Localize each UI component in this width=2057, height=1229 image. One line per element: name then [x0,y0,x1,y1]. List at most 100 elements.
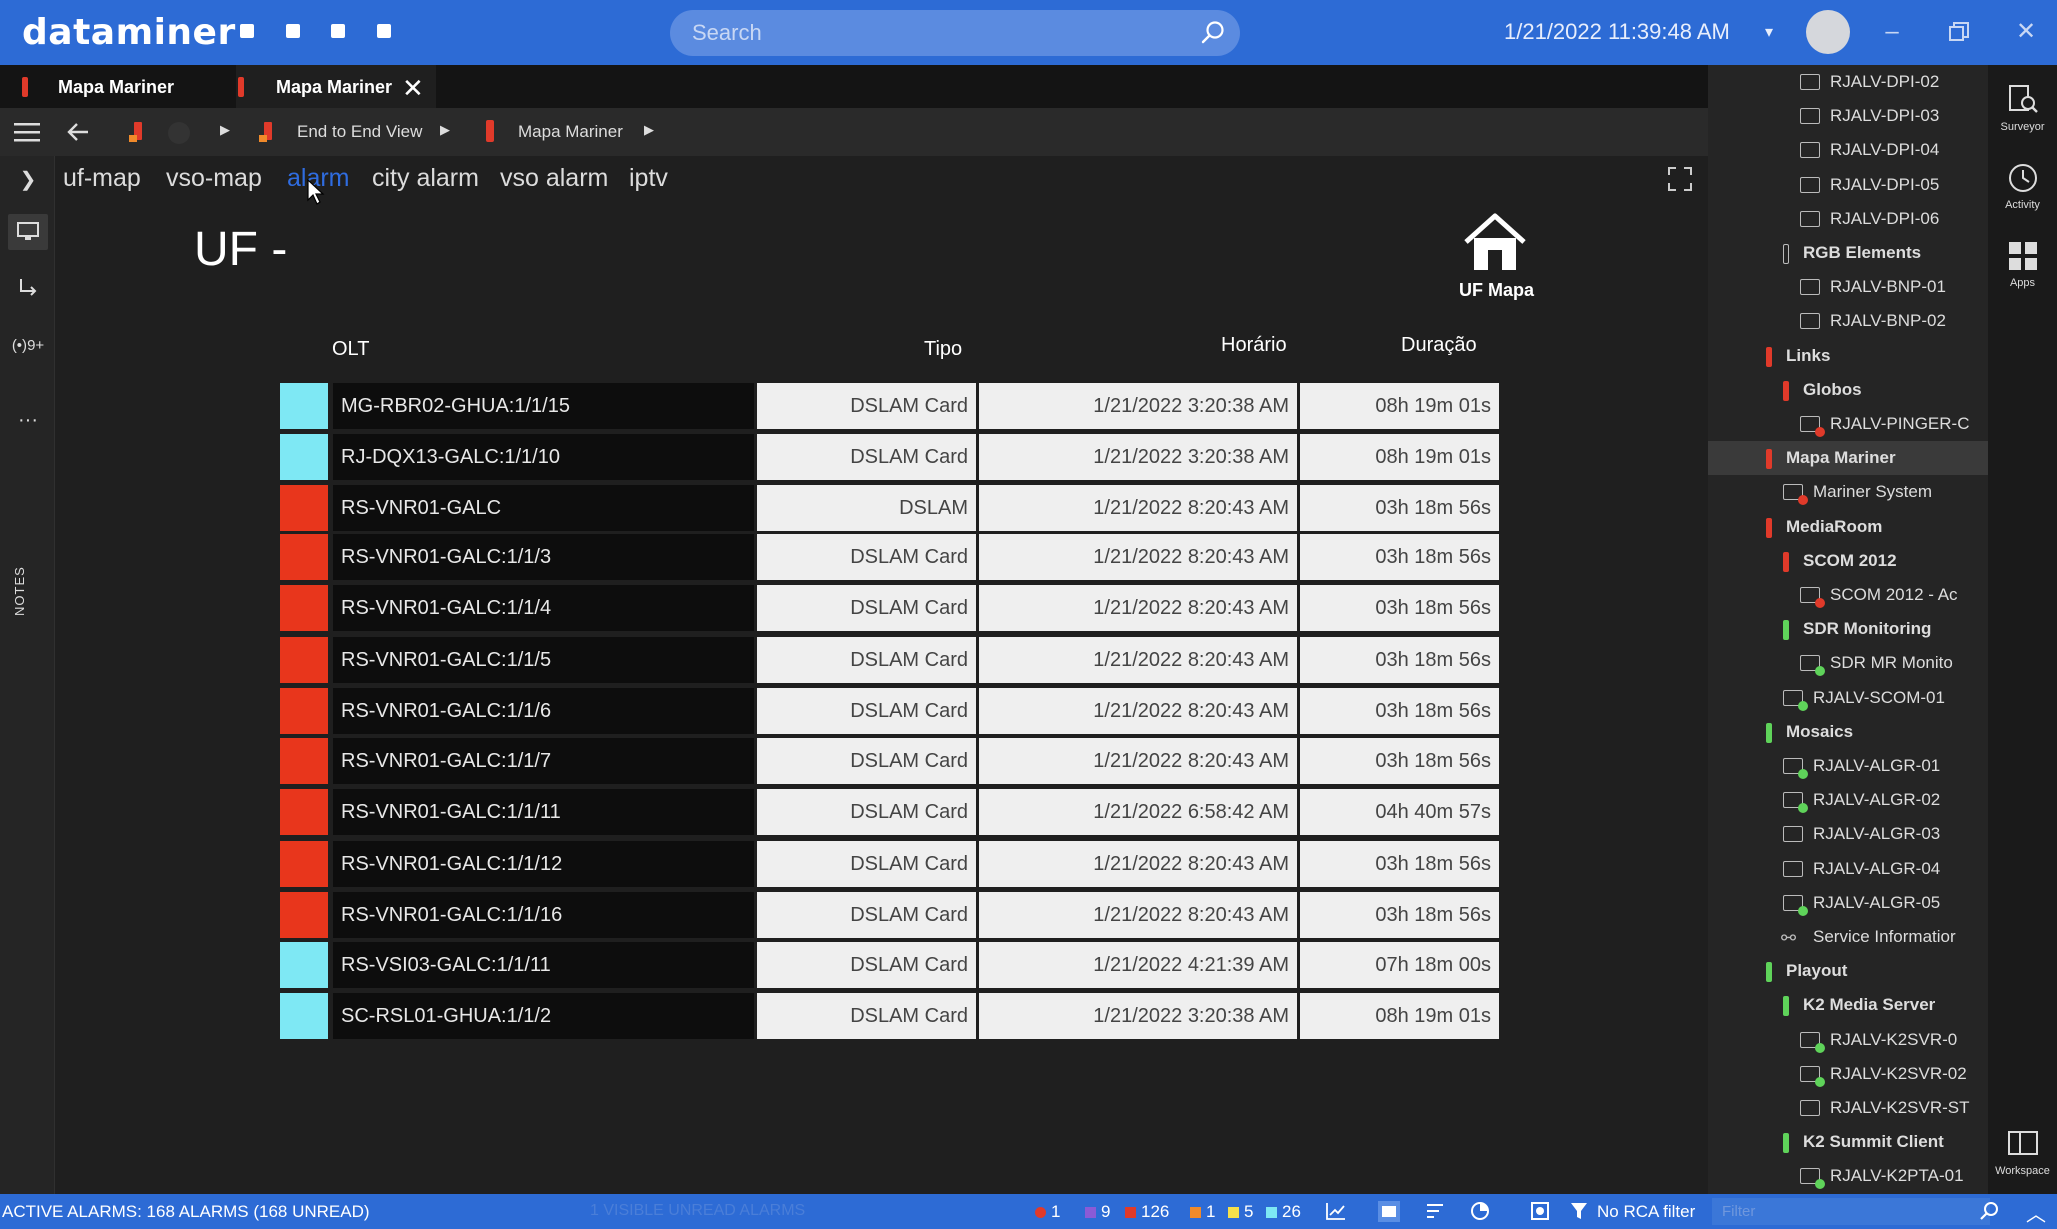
active-alarms-status[interactable]: ACTIVE ALARMS: 168 ALARMS (168 UNREAD) [2,1202,370,1222]
restore-icon[interactable] [1941,14,1977,50]
alarm-count-chip[interactable]: 5 [1228,1202,1253,1222]
tree-node[interactable]: K2 Media Server [1708,988,1988,1022]
surveyor-button[interactable]: Surveyor [1988,83,2057,133]
tree-node[interactable]: SDR Monitoring [1708,612,1988,646]
home-link-label[interactable]: UF Mapa [1459,280,1534,301]
alarm-count-chip[interactable]: 1 [1035,1202,1060,1222]
quick-action-icon[interactable] [377,24,391,38]
tree-node[interactable]: RJALV-ALGR-04 [1708,852,1988,886]
tree-node[interactable]: RJALV-DPI-06 [1708,202,1988,236]
tree-node[interactable]: RJALV-BNP-01 [1708,270,1988,304]
hamburger-menu-icon[interactable] [14,122,40,142]
tree-node[interactable]: Links [1708,339,1988,373]
tree-node[interactable]: MediaRoom [1708,510,1988,544]
table-row[interactable]: RS-VNR01-GALC:1/1/7 DSLAM Card 1/21/2022 8… [280,738,1580,784]
quick-action-icon[interactable] [331,24,345,38]
search-input[interactable] [692,19,1172,47]
table-row[interactable]: RS-VNR01-GALC:1/1/12 DSLAM Card 1/21/2022 … [280,841,1580,887]
tree-node[interactable]: SDR MR Monito [1708,646,1988,680]
table-row[interactable]: RS-VNR01-GALC DSLAM 1/21/2022 8:20:43 AM 03… [280,485,1580,531]
table-row[interactable]: SC-RSL01-GHUA:1/1/2 DSLAM Card 1/21/2022 3… [280,993,1580,1039]
alarm-view-icon[interactable] [128,120,144,144]
monitor-icon[interactable] [8,214,48,250]
nav-link-vso-map[interactable]: vso-map [166,164,262,193]
apps-button[interactable]: Apps [1988,239,2057,289]
tree-node[interactable]: RJALV-PINGER-C [1708,407,1988,441]
alarm-count-chip[interactable]: 9 [1085,1202,1110,1222]
caret-right-icon[interactable]: ▶ [220,122,230,138]
quick-action-icon[interactable] [286,24,300,38]
breadcrumb-item[interactable]: Mapa Mariner [518,122,623,142]
alarm-count-chip[interactable]: 26 [1266,1202,1301,1222]
chevron-up-icon[interactable]: ︿ [2026,1198,2046,1227]
tree-node[interactable]: RJALV-DPI-05 [1708,168,1988,202]
tree-node[interactable]: RJALV-K2PTA-01 [1708,1159,1988,1193]
nav-link-city-alarm[interactable]: city alarm [372,164,479,193]
caret-right-icon[interactable]: ▶ [644,122,654,138]
tree-node[interactable]: SCOM 2012 - Ac [1708,578,1988,612]
workspace-button[interactable]: Workspace [1988,1127,2057,1177]
table-row[interactable]: RJ-DQX13-GALC:1/1/10 DSLAM Card 1/21/2022 … [280,434,1580,480]
search-icon[interactable] [1200,20,1226,46]
close-tab-icon[interactable]: ✕ [402,75,424,101]
table-row[interactable]: RS-VNR01-GALC:1/1/16 DSLAM Card 1/21/2022 … [280,892,1580,938]
rca-filter-label[interactable]: No RCA filter [1597,1202,1695,1222]
fullscreen-icon[interactable] [1667,166,1693,192]
close-window-icon[interactable]: ✕ [2008,14,2044,50]
list-view-icon[interactable] [1378,1201,1400,1222]
table-row[interactable]: RS-VSI03-GALC:1/1/11 DSLAM Card 1/21/2022 … [280,942,1580,988]
breadcrumb-item[interactable]: End to End View [297,122,422,142]
search-box[interactable] [670,10,1240,56]
trend-chart-icon[interactable] [1326,1202,1346,1220]
minimize-icon[interactable]: – [1874,14,1910,50]
tree-node[interactable]: RJALV-ALGR-01 [1708,749,1988,783]
chevron-right-icon[interactable]: ❯ [8,162,48,198]
table-row[interactable]: MG-RBR02-GHUA:1/1/15 DSLAM Card 1/21/2022 … [280,383,1580,429]
search-icon[interactable] [1979,1201,1999,1221]
tree-node[interactable]: Globos [1708,373,1988,407]
quick-action-icon[interactable] [240,24,254,38]
sort-icon[interactable] [1425,1202,1445,1220]
tree-node[interactable]: Mosaics [1708,715,1988,749]
activity-button[interactable]: Activity [1988,161,2057,211]
tree-node[interactable]: RJALV-DPI-04 [1708,133,1988,167]
nav-link-vso-alarm[interactable]: vso alarm [500,164,608,193]
tree-node[interactable]: RJALV-K2SVR-ST [1708,1091,1988,1125]
filter-funnel-icon[interactable] [1570,1202,1588,1220]
table-row[interactable]: RS-VNR01-GALC:1/1/3 DSLAM Card 1/21/2022 8… [280,534,1580,580]
nav-link-iptv[interactable]: iptv [629,164,668,193]
tree-node[interactable]: RJALV-DPI-02 [1708,65,1988,99]
table-row[interactable]: RS-VNR01-GALC:1/1/11 DSLAM Card 1/21/2022 … [280,789,1580,835]
tree-node[interactable]: RJALV-DPI-03 [1708,99,1988,133]
back-arrow-icon[interactable] [66,120,90,144]
avatar[interactable] [1806,10,1850,54]
tree-node[interactable]: SCOM 2012 [1708,544,1988,578]
tree-node[interactable]: RJALV-ALGR-03 [1708,817,1988,851]
tree-node[interactable]: RGB Elements [1708,236,1988,270]
pie-chart-icon[interactable] [1470,1201,1490,1221]
focus-icon[interactable] [1530,1201,1550,1221]
tree-node[interactable]: RJALV-BNP-02 [1708,304,1988,338]
tree-node[interactable]: Mapa Mariner [1708,441,1988,476]
caret-right-icon[interactable]: ▶ [440,122,450,138]
table-row[interactable]: RS-VNR01-GALC:1/1/5 DSLAM Card 1/21/2022 8… [280,637,1580,683]
tree-node[interactable]: RJALV-K2SVR-02 [1708,1057,1988,1091]
table-row[interactable]: RS-VNR01-GALC:1/1/6 DSLAM Card 1/21/2022 8… [280,688,1580,734]
tree-node[interactable]: Mariner System [1708,475,1988,509]
tree-node[interactable]: K2 Summit Client [1708,1125,1988,1159]
home-icon[interactable] [1460,212,1530,274]
topology-icon[interactable] [8,270,48,306]
notes-tab[interactable]: NOTES [12,566,27,616]
tree-node[interactable]: RJALV-K2SVR-0 [1708,1023,1988,1057]
tab-mapa-mariner-1[interactable]: Mapa Mariner [22,65,222,108]
alarm-count-chip[interactable]: 126 [1125,1202,1169,1222]
table-row[interactable]: RS-VNR01-GALC:1/1/4 DSLAM Card 1/21/2022 8… [280,585,1580,631]
filter-input[interactable] [1712,1198,1990,1225]
broadcast-icon[interactable]: (•)9+ [8,328,48,364]
chevron-down-icon[interactable]: ▾ [1765,22,1773,42]
tree-node[interactable]: ⚯ Service Informatior [1708,920,1988,954]
nav-link-uf-map[interactable]: uf-map [63,164,141,193]
alarm-count-chip[interactable]: 1 [1190,1202,1215,1222]
more-icon[interactable]: ··· [8,402,48,438]
tree-node[interactable]: RJALV-ALGR-02 [1708,783,1988,817]
